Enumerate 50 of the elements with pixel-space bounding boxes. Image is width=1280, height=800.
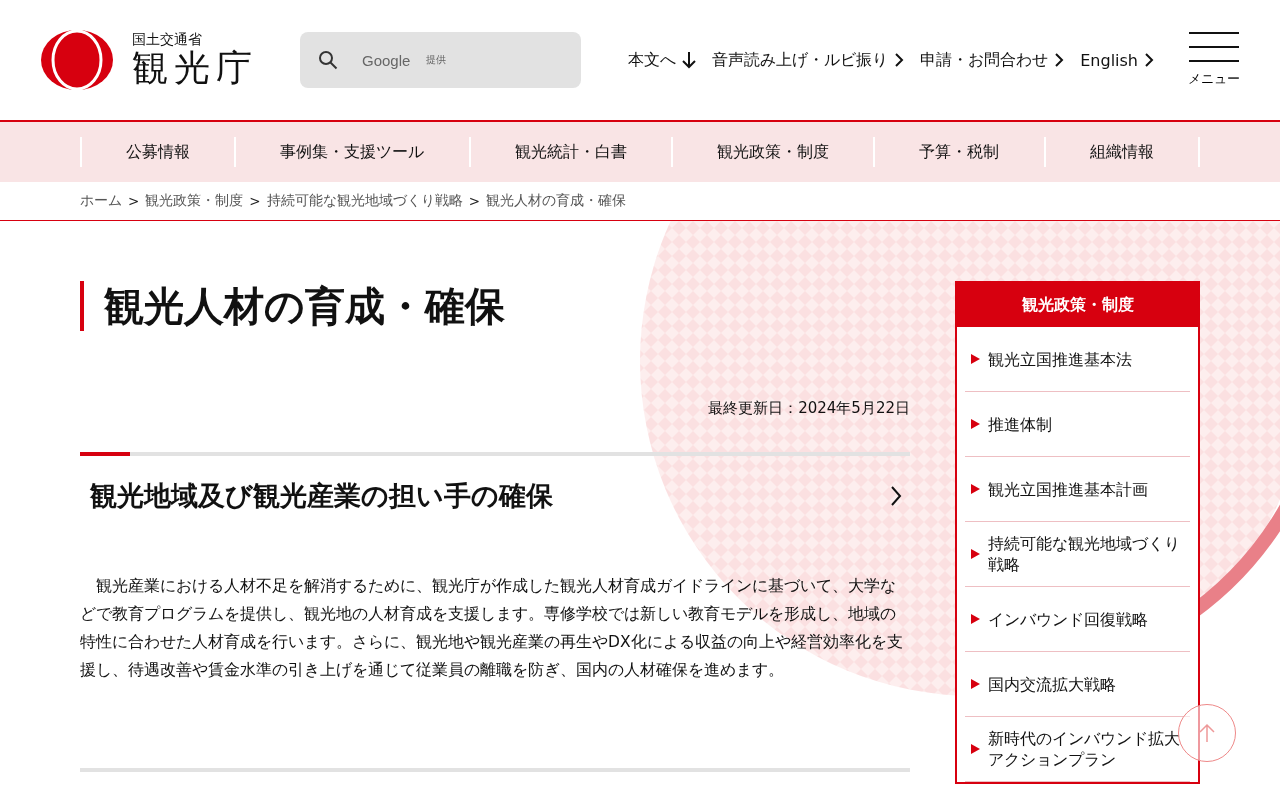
chevron-icon (894, 52, 905, 68)
triangle-icon (971, 744, 980, 754)
down-arrow-icon (682, 51, 697, 69)
chevron-icon (1054, 52, 1065, 68)
header-link[interactable]: 音声読み上げ・ルビ振り (712, 49, 905, 71)
sidebar-item[interactable]: 持続可能な観光地域づくり戦略 (965, 522, 1190, 587)
sidebar-item[interactable]: 国内交流拡大戦略 (965, 652, 1190, 717)
nav-item[interactable]: 予算・税制 (873, 137, 1044, 167)
menu-button[interactable]: メニュー (1188, 32, 1240, 88)
header-link[interactable]: English (1080, 50, 1154, 70)
chevron-icon (890, 485, 902, 507)
triangle-icon (971, 484, 980, 494)
breadcrumb-separator: > (468, 193, 480, 209)
sidebar-item[interactable]: 観光立国推進基本計画 (965, 457, 1190, 522)
triangle-icon (971, 419, 980, 429)
ministry-name: 国土交通省 (132, 31, 203, 47)
breadcrumb-link[interactable]: 観光政策・制度 (145, 192, 244, 210)
search-field[interactable]: Google (360, 50, 424, 70)
sidebar-item[interactable]: 観光立国推進基本法 (965, 327, 1190, 392)
last-updated: 最終更新日：2024年5月22日 (707, 399, 910, 418)
triangle-icon (971, 354, 980, 364)
section-heading-link[interactable]: 観光地域及び観光産業の担い手の確保 (80, 456, 910, 514)
search-icon (318, 50, 338, 70)
agency-name: 観光庁 (132, 47, 258, 89)
nav-item[interactable]: 観光政策・制度 (671, 137, 874, 167)
nav-item[interactable]: 組織情報 (1043, 137, 1200, 167)
sidebar-item[interactable]: 新時代のインバウンド拡大アクションプラン (965, 717, 1190, 782)
breadcrumb-link[interactable]: 持続可能な観光地域づくり戦略 (266, 192, 463, 210)
breadcrumb-separator: > (249, 193, 261, 209)
up-arrow-icon (1199, 723, 1215, 743)
logo-icon (40, 29, 114, 91)
breadcrumb-current: 観光人材の育成・確保 (485, 192, 626, 210)
chevron-icon (1144, 52, 1154, 68)
nav-item[interactable]: 事例集・支援ツール (234, 137, 469, 167)
triangle-icon (971, 614, 980, 624)
provider-label: 提供 (426, 53, 446, 67)
triangle-icon (971, 549, 980, 559)
header-link[interactable]: 本文へ (628, 49, 697, 71)
sidebar-item[interactable]: 推進体制 (965, 392, 1190, 457)
breadcrumb-separator: > (128, 193, 140, 209)
breadcrumb-link[interactable]: ホーム (80, 192, 122, 210)
sidebar-title: 観光政策・制度 (957, 283, 1198, 327)
triangle-icon (971, 679, 980, 689)
nav-item[interactable]: 観光統計・白書 (468, 137, 671, 167)
nav-item[interactable]: 公募情報 (80, 137, 235, 167)
section-body: 観光産業における人材不足を解消するために、観光庁が作成した観光人材育成ガイドラインに基づいて、大学などで教育プログラムを提供し、観光地の人材育成を支援します。専修学校では新しい教育モデルを形成し、地域の特性に合わせた人材育成を行います。さらに、観光地や観光産業の再生やDX化による収益の向上や経営効率化を支援し、待遇改善や賃金水準の引き上げを通じて従業員の離職を防ぎ、国内の人材確保を進めます。 (80, 576, 904, 681)
menu-icon (1189, 32, 1239, 62)
page-title: 観光人材の育成・確保 (80, 281, 910, 331)
sidebar-item[interactable]: インバウンド回復戦略 (965, 587, 1190, 652)
header-link[interactable]: 申請・お問合わせ (920, 49, 1065, 71)
